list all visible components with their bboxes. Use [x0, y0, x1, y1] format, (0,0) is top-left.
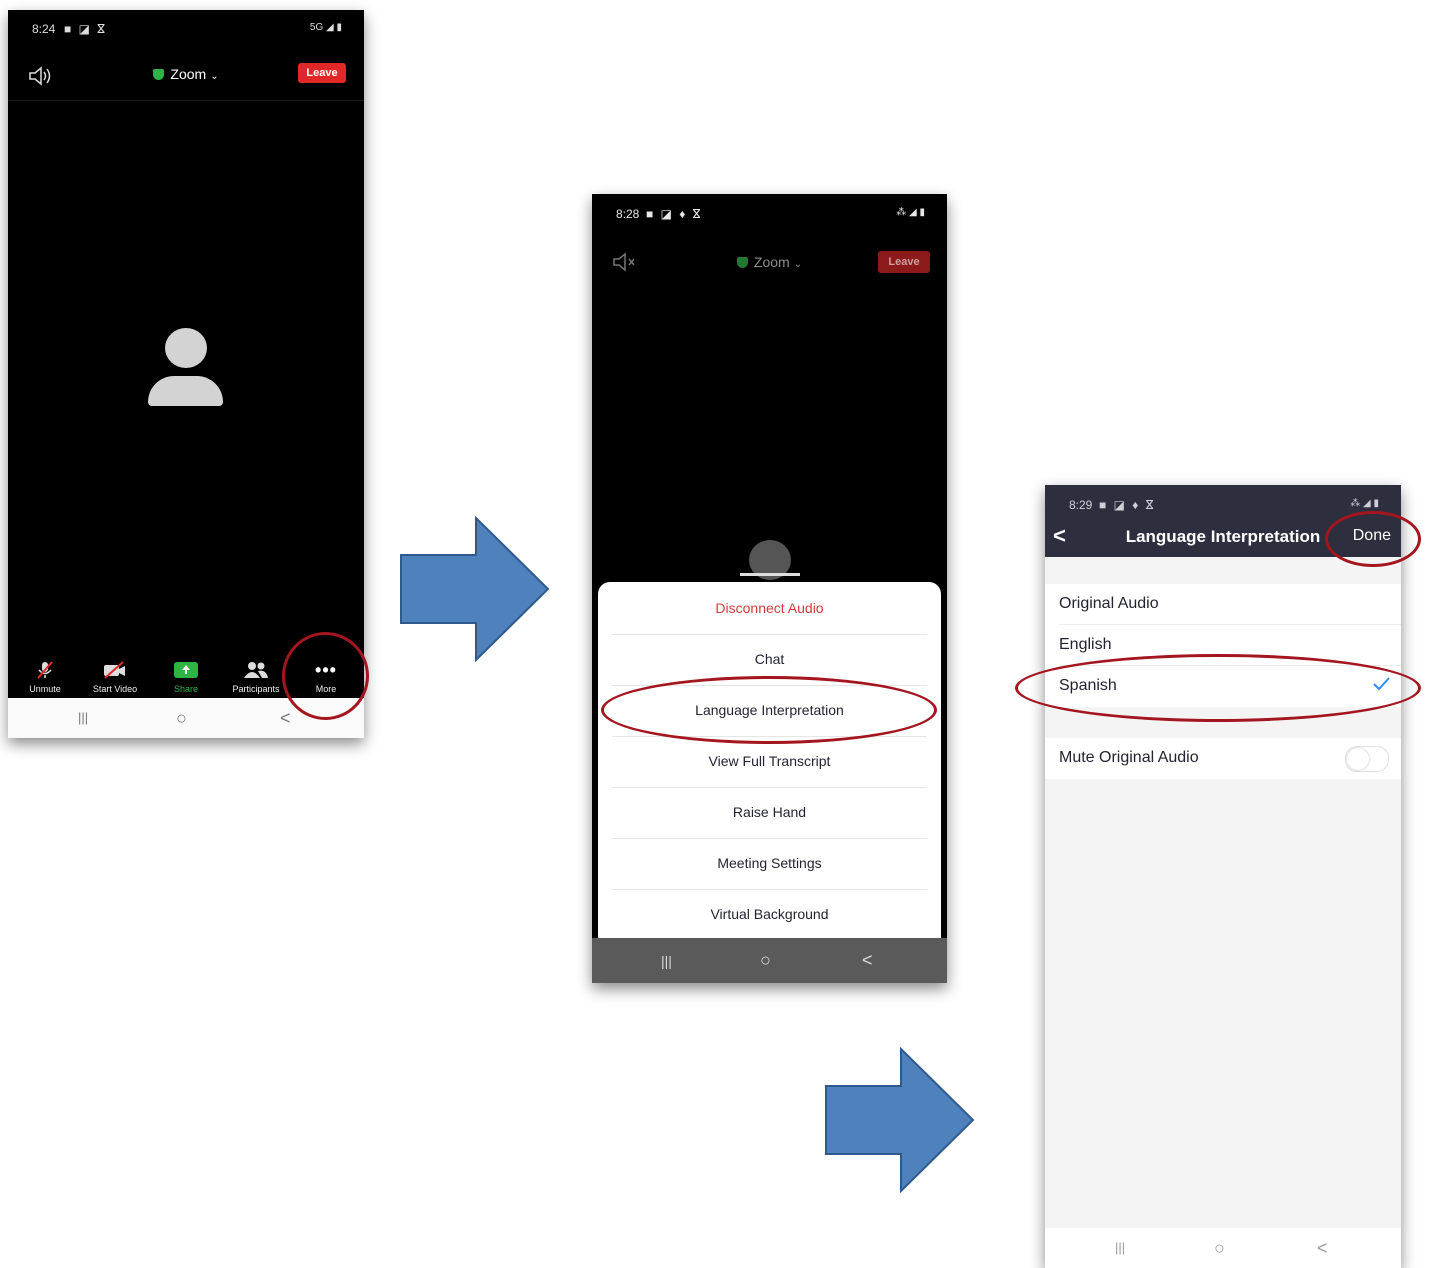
android-nav-bar: ||| ○ < — [1045, 1228, 1401, 1268]
participants-icon — [244, 662, 268, 678]
status-bar: 8:28 ■ ◪ ♦ ⴵ ⁂ ◢ ▮ — [592, 194, 947, 230]
option-label: Original Audio — [1059, 595, 1159, 612]
zoom-meeting-screen: 8:24 ■ ◪ ⴵ 5G ◢ ▮ Zoom ⌄ Leave Unmute Sta… — [8, 10, 364, 738]
network-indicator: ⁂ ◢ ▮ — [1350, 498, 1379, 509]
status-time: 8:28 — [616, 207, 640, 221]
menu-virtual-background[interactable]: Virtual Background — [612, 889, 927, 940]
recents-icon[interactable]: ||| — [661, 953, 672, 969]
network-indicator: ⁂ ◢ ▮ — [896, 207, 925, 218]
mute-original-audio-toggle[interactable] — [1345, 746, 1389, 772]
status-icons: ■ ◪ ♦ ⴵ — [646, 207, 703, 221]
toggle-knob — [1347, 748, 1369, 770]
more-menu-sheet: Disconnect Audio Chat Language Interpret… — [598, 582, 941, 938]
avatar-body-icon — [148, 376, 223, 406]
arrow-right-icon — [825, 1046, 975, 1194]
video-off-icon — [104, 661, 125, 679]
highlight-more-circle — [282, 632, 369, 720]
toolbar-label-participants: Participants — [232, 684, 280, 694]
option-original-audio[interactable]: Original Audio — [1045, 584, 1401, 625]
more-menu-screen: 8:28 ■ ◪ ♦ ⴵ ⁂ ◢ ▮ Zoom ⌄ Leave Disconnec… — [592, 194, 947, 983]
status-bar: 8:24 ■ ◪ ⴵ 5G ◢ ▮ — [8, 10, 364, 46]
status-icons: ■ ◪ ♦ ⴵ — [1099, 498, 1156, 512]
menu-disconnect-audio[interactable]: Disconnect Audio — [612, 583, 927, 635]
toolbar-label-share: Share — [173, 684, 199, 694]
menu-raise-hand[interactable]: Raise Hand — [612, 787, 927, 839]
toolbar-label-unmute: Unmute — [29, 684, 61, 694]
meeting-top-bar: Zoom ⌄ Leave — [8, 60, 364, 101]
network-indicator: 5G ◢ ▮ — [309, 22, 342, 33]
back-icon[interactable]: < — [862, 950, 873, 971]
recents-icon[interactable]: ||| — [78, 710, 88, 725]
share-arrow-icon — [174, 662, 198, 678]
unmute-button[interactable]: Unmute — [13, 660, 77, 694]
avatar-head-icon — [165, 328, 207, 368]
status-time: 8:29 — [1069, 498, 1093, 512]
highlight-done-ellipse — [1325, 511, 1421, 567]
arrow-right-icon — [400, 515, 550, 663]
leave-button[interactable]: Leave — [878, 251, 930, 273]
meeting-title-label: Zoom — [170, 66, 207, 82]
participants-button[interactable]: Participants — [224, 660, 288, 694]
chevron-down-icon: ⌄ — [793, 259, 803, 270]
muted-mic-icon — [37, 661, 53, 679]
meeting-title-label: Zoom — [753, 254, 790, 270]
share-button[interactable]: Share — [154, 660, 218, 694]
status-icons: ■ ◪ ⴵ — [64, 22, 107, 36]
home-icon[interactable]: ○ — [1214, 1238, 1225, 1259]
mute-original-audio-label: Mute Original Audio — [1059, 749, 1199, 766]
highlight-spanish-ellipse — [1015, 654, 1421, 722]
toolbar-label-start-video: Start Video — [92, 684, 138, 694]
highlight-language-interpretation-ellipse — [601, 676, 937, 744]
home-icon[interactable]: ○ — [176, 708, 187, 729]
start-video-button[interactable]: Start Video — [83, 660, 147, 694]
recents-icon[interactable]: ||| — [1115, 1240, 1125, 1255]
shield-icon — [736, 257, 748, 268]
back-icon[interactable]: < — [1317, 1238, 1328, 1259]
menu-meeting-settings[interactable]: Meeting Settings — [612, 838, 927, 890]
android-nav-bar: ||| ○ < — [592, 938, 947, 983]
status-time: 8:24 — [32, 22, 56, 36]
leave-button[interactable]: Leave — [298, 63, 346, 83]
shield-icon — [153, 69, 165, 80]
option-label: English — [1059, 636, 1112, 653]
chevron-down-icon: ⌄ — [210, 71, 219, 82]
sheet-handle[interactable] — [740, 573, 800, 576]
language-interpretation-screen: 8:29 ■ ◪ ♦ ⴵ ⁂ ◢ ▮ < Language Interpreta… — [1045, 485, 1401, 1268]
home-icon[interactable]: ○ — [760, 950, 771, 971]
back-icon[interactable]: < — [280, 708, 291, 729]
mute-original-audio-row: Mute Original Audio — [1045, 738, 1401, 779]
